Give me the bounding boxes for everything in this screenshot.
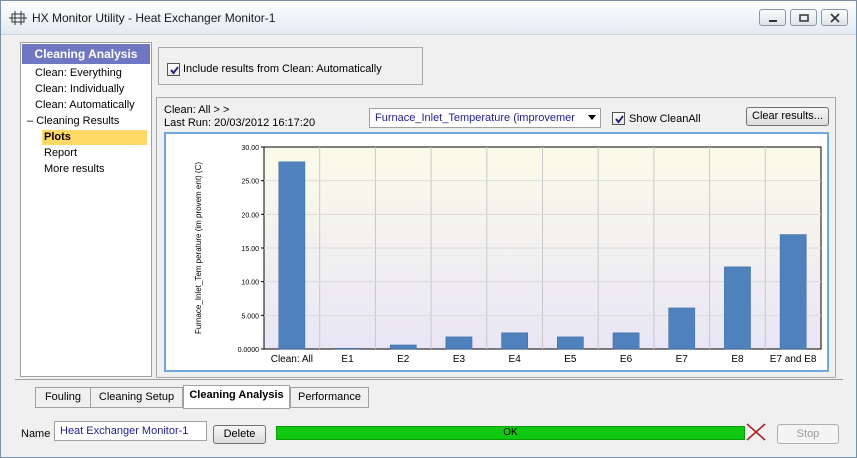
tab-fouling[interactable]: Fouling [35,387,91,408]
close-button[interactable] [821,9,848,26]
chart-frame: 0.0000 5.000 10.00 15.00 20.00 25.00 30.00 Cle… [164,132,829,372]
y-tick-label: 20.00 [241,212,259,219]
y-axis-label: Furnace_Inlet_Tem perature (im provem en… [194,162,203,334]
sidebar-item-clean-automatically[interactable]: Clean: Automatically [35,99,135,111]
minimize-button[interactable] [759,9,786,26]
y-tick-label: 30.00 [241,145,259,152]
bar-clean-all [278,161,306,350]
minimize-icon [769,20,777,22]
title-bar: HX Monitor Utility - Heat Exchanger Moni… [1,1,856,35]
x-tick-label: E4 [509,354,522,365]
y-tick-label: 15.00 [241,246,259,253]
x-tick-label: E7 [676,354,689,365]
status-bar: OK [276,426,745,440]
sidebar-item-label: Cleaning Results [36,115,120,127]
sidebar-item-clean-everything[interactable]: Clean: Everything [35,67,122,79]
cancel-x-icon[interactable] [745,422,767,442]
window-title: HX Monitor Utility - Heat Exchanger Moni… [32,11,276,25]
app-window: HX Monitor Utility - Heat Exchanger Moni… [0,0,857,458]
clear-results-button[interactable]: Clear results... [746,107,829,126]
sidebar-item-cleaning-results[interactable]: – Cleaning Results [27,115,119,127]
sidebar-item-more-results[interactable]: More results [44,163,105,175]
last-run: Last Run: 20/03/2012 16:17:20 [164,117,316,129]
collapse-icon[interactable]: – [27,115,36,127]
bar-e2 [389,344,417,350]
dropdown-arrow-icon [588,115,596,120]
sidebar-item-plots[interactable]: Plots [42,130,147,145]
bar-e4 [501,332,528,350]
restore-button[interactable] [790,9,817,26]
bar-e3 [445,336,473,350]
x-tick-label: E6 [620,354,633,365]
delete-button[interactable]: Delete [213,425,266,444]
show-cleanall-label: Show CleanAll [629,113,701,125]
stop-button[interactable]: Stop [777,424,839,444]
tab-cleaning-setup[interactable]: Cleaning Setup [90,387,183,408]
check-icon [170,66,179,75]
bar-e7-and-e8 [779,234,807,350]
x-tick-label: E3 [453,354,466,365]
tab-cleaning-analysis[interactable]: Cleaning Analysis [183,385,290,409]
sidebar-header: Cleaning Analysis [22,44,150,64]
name-label: Name [21,428,51,440]
tab-performance[interactable]: Performance [290,387,369,408]
show-cleanall-checkbox[interactable] [612,112,625,125]
bar-e6 [612,332,640,350]
x-tick-label: Clean: All [271,354,313,365]
sidebar: Cleaning Analysis Clean: Everything Clea… [20,42,152,377]
sidebar-item-report[interactable]: Report [44,147,77,159]
name-field[interactable]: Heat Exchanger Monitor-1 [54,421,207,441]
variable-select-value: Furnace_Inlet_Temperature (improvemer [375,112,575,124]
x-tick-label: E1 [341,354,354,365]
variable-select[interactable]: Furnace_Inlet_Temperature (improvemer [369,108,601,128]
bar-chart: 0.0000 5.000 10.00 15.00 20.00 25.00 30.00 Cle… [194,145,822,365]
sidebar-item-clean-individually[interactable]: Clean: Individually [35,83,124,95]
x-tick-label: E2 [397,354,410,365]
bar-e5 [557,336,584,350]
options-panel: Include results from Clean: Automaticall… [158,47,423,85]
heat-exchanger-icon [9,11,27,25]
x-tick-label: E7 and E8 [770,354,817,365]
check-icon [615,115,624,124]
x-tick-label: E5 [564,354,577,365]
x-tick-label: E8 [731,354,744,365]
close-icon [830,13,840,23]
include-auto-checkbox[interactable] [167,63,180,76]
include-auto-label: Include results from Clean: Automaticall… [183,63,382,75]
bar-e8 [724,266,751,350]
bar-e7 [668,307,696,350]
bar-e1 [334,348,361,350]
y-tick-label: 5.000 [241,313,259,320]
y-tick-label: 10.00 [241,280,259,287]
tab-strip-line [15,379,843,380]
y-tick-label: 25.00 [241,179,259,186]
clean-line: Clean: All > > [164,104,230,116]
restore-icon [799,14,809,22]
y-tick-label: 0.0000 [238,347,260,354]
